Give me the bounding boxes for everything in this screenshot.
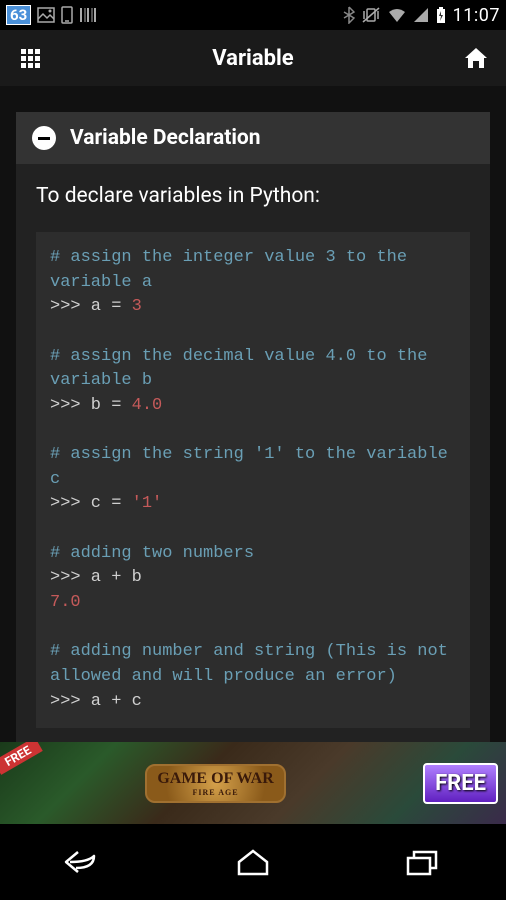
code-comment: # assign the decimal value 4.0 to the va… bbox=[50, 347, 438, 391]
page-title: Variable bbox=[50, 46, 456, 71]
code-value: 4.0 bbox=[132, 396, 163, 415]
barcode-icon bbox=[79, 7, 97, 23]
code-prompt: >>> a + c bbox=[50, 692, 142, 711]
code-value: '1' bbox=[132, 494, 163, 513]
grid-icon bbox=[21, 49, 40, 68]
back-icon bbox=[64, 848, 104, 876]
bluetooth-icon bbox=[343, 6, 355, 24]
collapse-icon bbox=[32, 126, 56, 150]
home-nav-icon bbox=[235, 848, 271, 876]
phone-icon bbox=[61, 6, 73, 24]
nav-bar bbox=[0, 824, 506, 900]
code-prompt: >>> b = bbox=[50, 396, 132, 415]
status-bar: 63 11:07 bbox=[0, 0, 506, 30]
image-icon bbox=[37, 7, 55, 23]
ad-banner[interactable]: FREE GAME OF WARFIRE AGE FREE bbox=[0, 742, 506, 824]
code-comment: # assign the string '1' to the variable … bbox=[50, 445, 458, 489]
section-title: Variable Declaration bbox=[70, 126, 261, 150]
signal-icon bbox=[413, 7, 429, 23]
section-body: To declare variables in Python: # assign… bbox=[16, 164, 490, 736]
back-button[interactable] bbox=[49, 837, 119, 887]
home-nav-button[interactable] bbox=[218, 837, 288, 887]
clock: 11:07 bbox=[453, 5, 500, 26]
ad-free-badge: FREE bbox=[0, 742, 43, 775]
code-value: 3 bbox=[132, 297, 142, 316]
content-area: Variable Declaration To declare variable… bbox=[0, 86, 506, 824]
code-prompt: >>> a = bbox=[50, 297, 132, 316]
recent-icon bbox=[404, 848, 440, 876]
recent-button[interactable] bbox=[387, 837, 457, 887]
intro-text: To declare variables in Python: bbox=[36, 184, 470, 208]
vibrate-icon bbox=[361, 6, 381, 24]
section-header[interactable]: Variable Declaration bbox=[16, 112, 490, 164]
notification-badge: 63 bbox=[6, 5, 31, 25]
home-button[interactable] bbox=[456, 38, 496, 78]
code-comment: # assign the integer value 3 to the vari… bbox=[50, 248, 417, 292]
code-block: # assign the integer value 3 to the vari… bbox=[36, 232, 470, 728]
wifi-icon bbox=[387, 7, 407, 23]
app-bar: Variable bbox=[0, 30, 506, 86]
ad-free-button[interactable]: FREE bbox=[423, 763, 498, 804]
code-prompt: >>> a + b bbox=[50, 568, 142, 587]
code-comment: # adding two numbers bbox=[50, 544, 254, 563]
code-comment: # adding number and string (This is not … bbox=[50, 642, 458, 686]
ad-logo: GAME OF WARFIRE AGE bbox=[145, 764, 285, 803]
home-icon bbox=[463, 46, 489, 70]
code-output: 7.0 bbox=[50, 593, 81, 612]
battery-icon bbox=[435, 6, 447, 24]
code-prompt: >>> c = bbox=[50, 494, 132, 513]
menu-button[interactable] bbox=[10, 38, 50, 78]
